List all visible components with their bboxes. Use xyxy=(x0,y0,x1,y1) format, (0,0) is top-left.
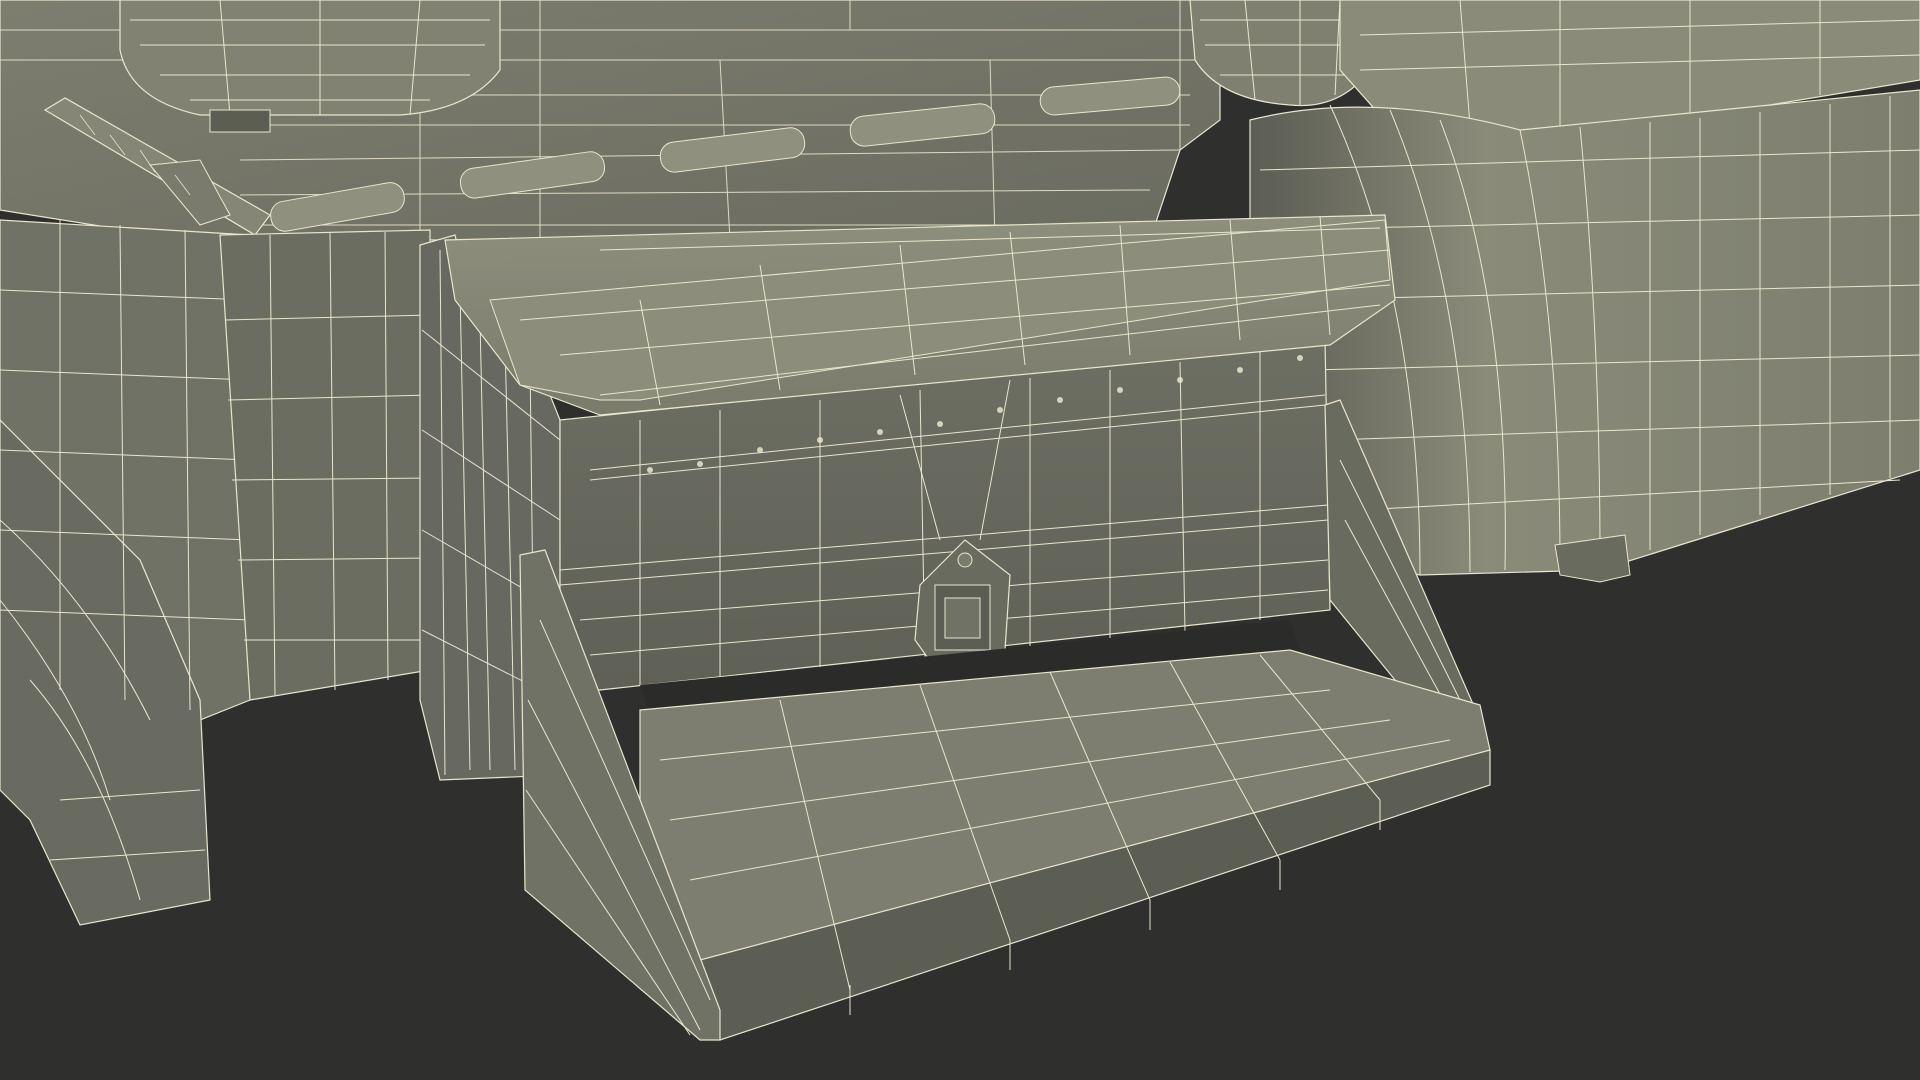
side-bracket xyxy=(219,229,431,701)
wireframe-render-canvas xyxy=(0,0,1920,1080)
